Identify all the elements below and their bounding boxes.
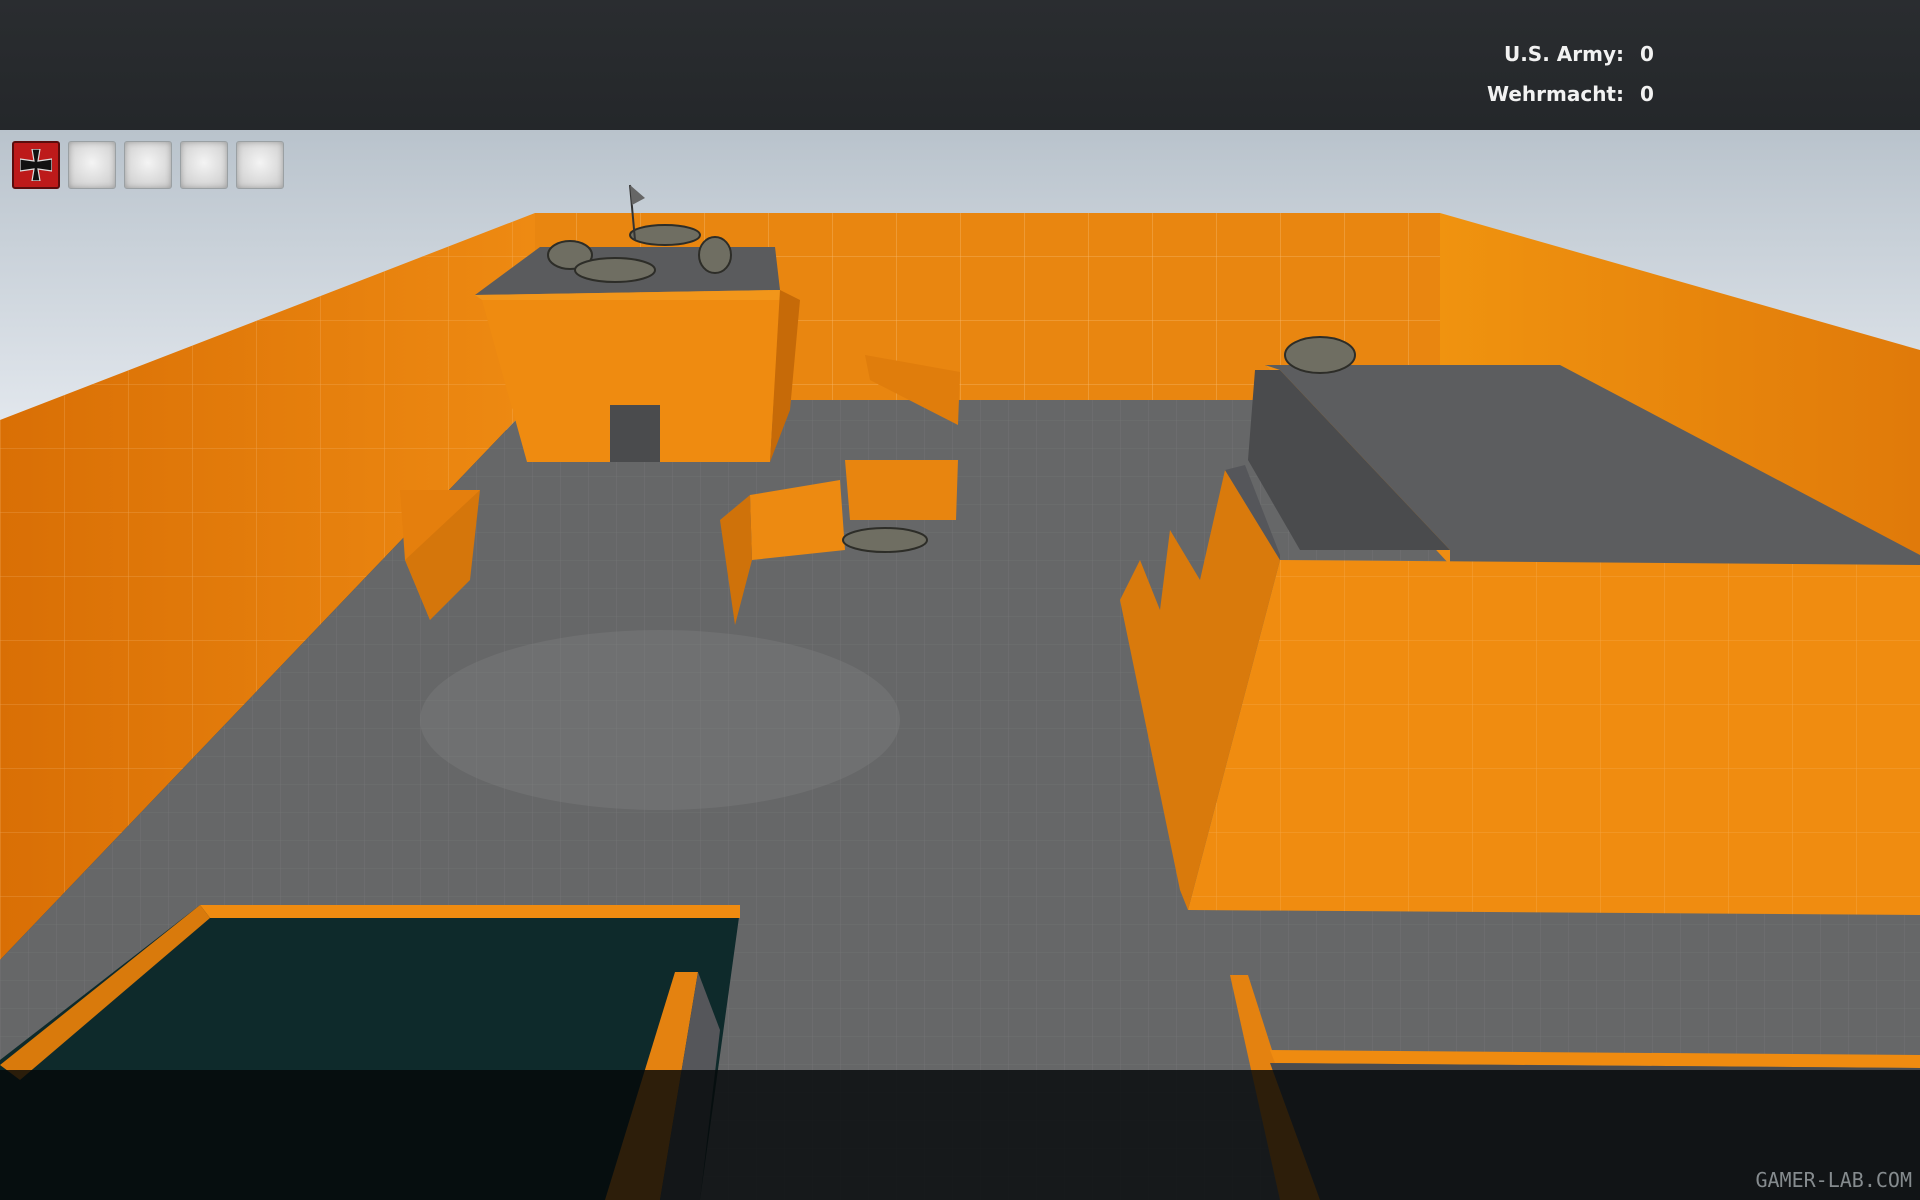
team-score-us-army: 0: [1640, 42, 1654, 66]
game-world-view: [0, 130, 1920, 1200]
bottom-hud-bar: [0, 1070, 1920, 1200]
iron-cross-icon: [12, 141, 60, 189]
flag-status-bar: [12, 141, 284, 189]
score-row-wehrmacht: Wehrmacht: 0: [1487, 74, 1654, 114]
neutral-flag-icon: [68, 141, 116, 189]
team-name-wehrmacht: Wehrmacht:: [1486, 82, 1624, 106]
team-name-us-army: U.S. Army:: [1503, 42, 1624, 66]
score-row-us-army: U.S. Army: 0: [1487, 34, 1654, 74]
neutral-flag-icon: [236, 141, 284, 189]
scoreboard: U.S. Army: 0 Wehrmacht: 0: [1487, 34, 1654, 114]
team-score-wehrmacht: 0: [1640, 82, 1654, 106]
neutral-flag-icon: [124, 141, 172, 189]
bunker-door: [610, 405, 660, 462]
neutral-flag-icon: [180, 141, 228, 189]
watermark: GAMER-LAB.COM: [1755, 1168, 1912, 1192]
